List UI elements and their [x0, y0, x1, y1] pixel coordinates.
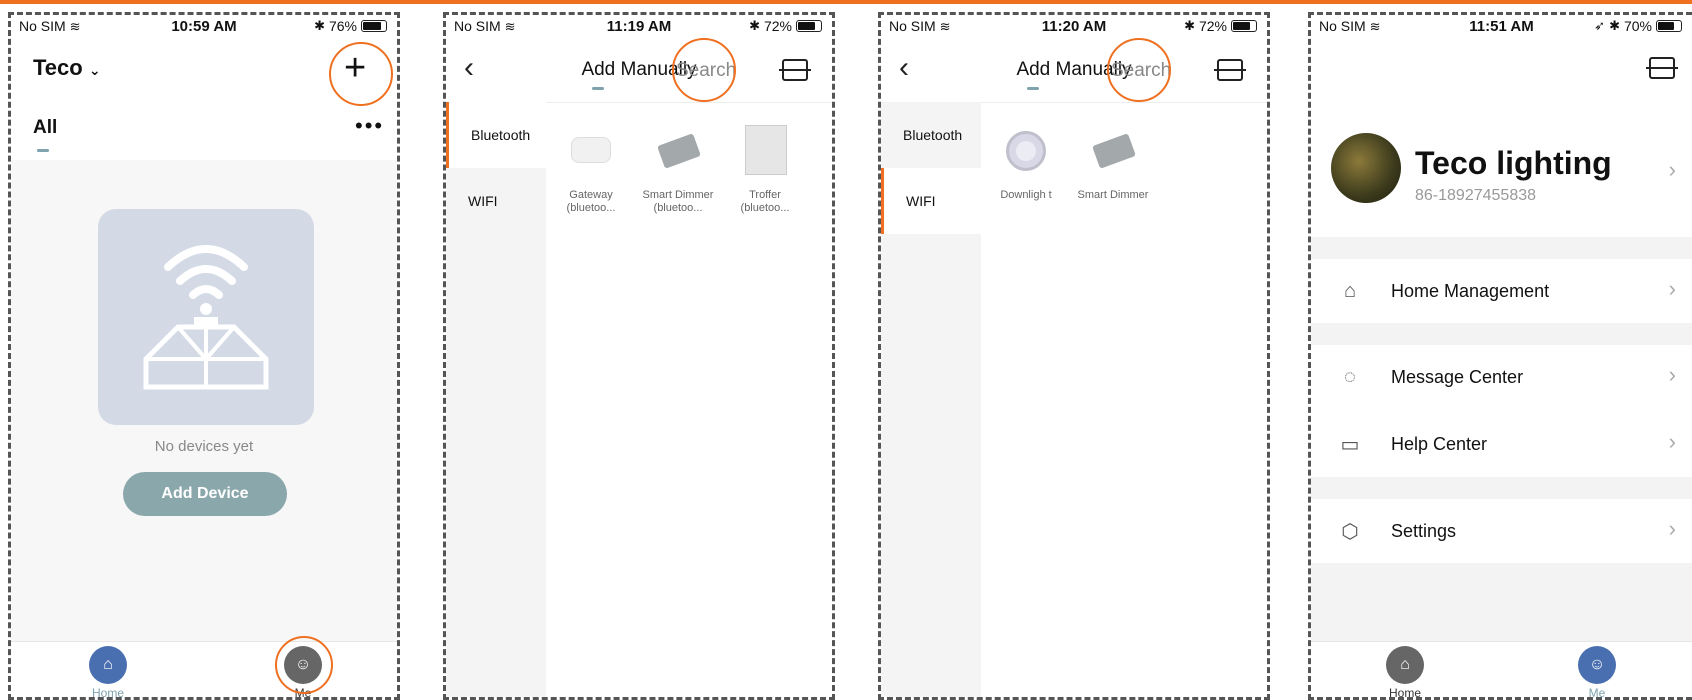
chevron-right-icon: ›: [1668, 429, 1676, 454]
category-wifi[interactable]: WIFI: [881, 168, 981, 234]
battery-indicator: ✱ 76%: [314, 18, 387, 34]
dimmer-icon: [654, 127, 702, 175]
highlight-circle: [275, 636, 333, 694]
tab-all[interactable]: All: [33, 117, 57, 139]
home-icon: ⌂: [89, 646, 127, 684]
page-title: Add Manually: [1016, 59, 1132, 80]
book-icon: ▭: [1340, 433, 1360, 456]
battery-icon: [1231, 20, 1257, 32]
troffer-icon: [741, 125, 789, 175]
bluetooth-icon: ✱: [314, 18, 325, 33]
avatar[interactable]: [1331, 133, 1401, 203]
dimmer-icon: [1089, 127, 1137, 175]
scan-icon[interactable]: [1214, 59, 1246, 81]
home-icon: ⌂: [1343, 279, 1357, 302]
tab-me[interactable]: ☺ Me: [1567, 646, 1627, 697]
add-manually-bluetooth-screen: No SIM ≋ 11:19 AM ✱ 72% ‹ Add Manually Se…: [443, 12, 835, 700]
highlight-circle: [1107, 38, 1171, 102]
category-wifi[interactable]: WIFI: [446, 168, 546, 234]
screenshot-canvas: No SIM ≋ 10:59 AM ✱ 76% Teco ⌄ + All ••• …: [0, 0, 1692, 700]
background-fill: [1311, 563, 1692, 642]
status-bar: No SIM ≋ 10:59 AM ✱ 76%: [11, 15, 397, 37]
location-icon: ➶: [1594, 18, 1606, 33]
device-troffer[interactable]: Troffer (bluetoo...: [722, 123, 808, 215]
bluetooth-icon: ✱: [749, 18, 760, 33]
downlight-icon: [1002, 127, 1050, 175]
menu-message-center[interactable]: ◌ Message Center ›: [1311, 346, 1692, 408]
home-selector[interactable]: Teco ⌄: [33, 55, 101, 81]
chevron-right-icon: ›: [1668, 362, 1676, 387]
settings-icon: ⬡: [1341, 520, 1359, 543]
no-devices-illustration: [98, 209, 314, 425]
divider: [1311, 323, 1692, 345]
divider: [1311, 477, 1692, 499]
chevron-right-icon: ›: [1668, 276, 1676, 301]
tab-home[interactable]: ⌂ Home: [1375, 646, 1435, 697]
menu-settings[interactable]: ⬡ Settings ›: [1311, 500, 1692, 562]
battery-icon: [361, 20, 387, 32]
device-grid: Downligh t Smart Dimmer: [981, 102, 1267, 697]
message-icon: ◌: [1344, 365, 1356, 388]
profile-chevron-icon[interactable]: ›: [1669, 157, 1676, 183]
category-sidebar: Bluetooth WIFI: [446, 102, 546, 697]
me-screen: No SIM ≋ 11:51 AM ➶ ✱ 70% Teco lighting 86…: [1308, 12, 1692, 700]
bluetooth-icon: ✱: [1184, 18, 1195, 33]
highlight-line: [0, 0, 1692, 4]
gateway-icon: [567, 127, 615, 175]
status-bar: No SIM ≋ 11:19 AM ✱ 72%: [446, 15, 832, 37]
category-bluetooth[interactable]: Bluetooth: [881, 102, 981, 168]
device-smart-dimmer[interactable]: Smart Dimmer: [1070, 123, 1156, 202]
menu-help-center[interactable]: ▭ Help Center ›: [1311, 413, 1692, 475]
add-manually-wifi-screen: No SIM ≋ 11:20 AM ✱ 72% ‹ Add Manually Se…: [878, 12, 1270, 700]
chevron-right-icon: ›: [1668, 516, 1676, 541]
tab-indicator: [37, 149, 49, 152]
device-gateway[interactable]: Gateway (bluetoo...: [548, 123, 634, 215]
device-smart-dimmer[interactable]: Smart Dimmer (bluetoo...: [635, 123, 721, 215]
add-device-button[interactable]: Add Device: [123, 472, 287, 516]
me-icon: ☺: [1578, 646, 1616, 684]
status-bar: No SIM ≋ 11:20 AM ✱ 72%: [881, 15, 1267, 37]
house-wifi-icon: [143, 245, 269, 390]
scan-icon[interactable]: [1646, 57, 1678, 79]
highlight-circle: [329, 42, 393, 106]
battery-icon: [1656, 20, 1682, 32]
empty-state-text: No devices yet: [154, 438, 254, 455]
scan-icon[interactable]: [779, 59, 811, 81]
username: Teco lighting: [1415, 145, 1612, 181]
divider: [1311, 237, 1692, 259]
category-bluetooth[interactable]: Bluetooth: [446, 102, 546, 168]
home-screen: No SIM ≋ 10:59 AM ✱ 76% Teco ⌄ + All ••• …: [8, 12, 400, 700]
device-downlight[interactable]: Downligh t: [983, 123, 1069, 202]
phone-number: 86-18927455838: [1415, 187, 1537, 204]
status-bar: No SIM ≋ 11:51 AM ➶ ✱ 70%: [1311, 15, 1692, 37]
home-icon: ⌂: [1386, 646, 1424, 684]
highlight-circle: [672, 38, 736, 102]
tab-bar: ⌂ Home ☺ Me: [1311, 641, 1692, 697]
chevron-down-icon: ⌄: [88, 62, 101, 78]
page-title: Add Manually: [581, 59, 697, 80]
device-grid: Gateway (bluetoo... Smart Dimmer (bluetoo.…: [546, 102, 832, 697]
more-icon[interactable]: •••: [355, 113, 384, 139]
bluetooth-icon: ✱: [1609, 18, 1620, 33]
menu-home-management[interactable]: ⌂ Home Management ›: [1311, 260, 1692, 322]
tab-bar: ⌂ Home ☺ Me: [11, 636, 397, 697]
battery-icon: [796, 20, 822, 32]
title-indicator: [592, 87, 604, 90]
title-indicator: [1027, 87, 1039, 90]
category-sidebar: Bluetooth WIFI: [881, 102, 981, 697]
tab-home[interactable]: ⌂ Home: [78, 646, 138, 697]
